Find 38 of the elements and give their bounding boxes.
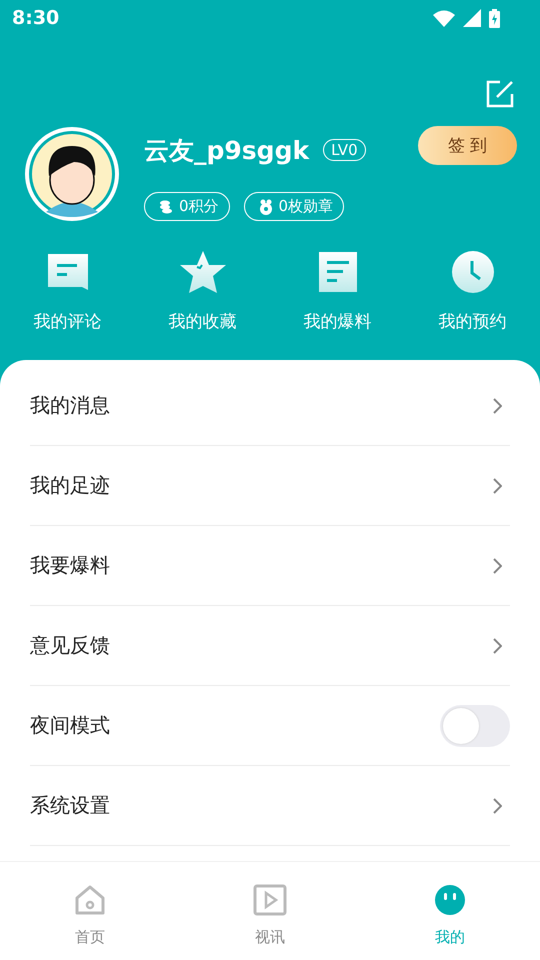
star-icon[interactable] <box>180 250 226 294</box>
menu-item[interactable]: 我要爆料 <box>30 526 510 606</box>
chevron-icon <box>493 798 502 814</box>
checkin-button[interactable]: 签 到 <box>418 126 517 165</box>
stat-pill[interactable]: 0积分 <box>144 192 230 221</box>
menu-item[interactable]: 我的足迹 <box>30 446 510 526</box>
medal-icon <box>258 198 273 214</box>
chevron-icon <box>493 558 502 574</box>
wifi-icon <box>433 10 455 26</box>
coins-icon <box>159 200 173 214</box>
tab[interactable]: 首页 <box>0 862 180 960</box>
document-icon[interactable] <box>318 250 356 294</box>
menu-item[interactable]: 夜间模式 <box>30 686 510 766</box>
menu-item[interactable]: 意见反馈 <box>30 606 510 686</box>
chevron-icon <box>493 398 502 414</box>
chevron-icon <box>493 478 502 494</box>
menu-item[interactable]: 我的消息 <box>30 366 510 446</box>
face-icon <box>434 884 466 916</box>
username: 云友_p9sggk <box>144 134 310 166</box>
status-time: 8:30 <box>12 7 60 29</box>
level-badge: LV0 <box>323 139 366 161</box>
tab[interactable]: 我的 <box>360 862 540 960</box>
play-icon <box>253 884 287 916</box>
chevron-icon <box>493 638 502 654</box>
stat-pill[interactable]: 0枚勋章 <box>244 192 344 221</box>
shortcut-label[interactable]: 我的预约 <box>438 310 506 333</box>
shortcut-label[interactable]: 我的爆料 <box>304 310 372 333</box>
shortcut-label[interactable]: 我的收藏 <box>168 310 236 333</box>
toggle-switch[interactable] <box>440 704 510 746</box>
edit-icon[interactable] <box>486 80 514 108</box>
clock-icon[interactable] <box>452 250 494 294</box>
shortcut-label[interactable]: 我的评论 <box>34 310 102 333</box>
battery-icon <box>489 8 500 28</box>
signal-icon <box>463 9 481 27</box>
home-icon <box>74 884 106 916</box>
avatar[interactable] <box>24 126 120 222</box>
menu-item[interactable]: 系统设置 <box>30 766 510 846</box>
tab[interactable]: 视讯 <box>180 862 360 960</box>
